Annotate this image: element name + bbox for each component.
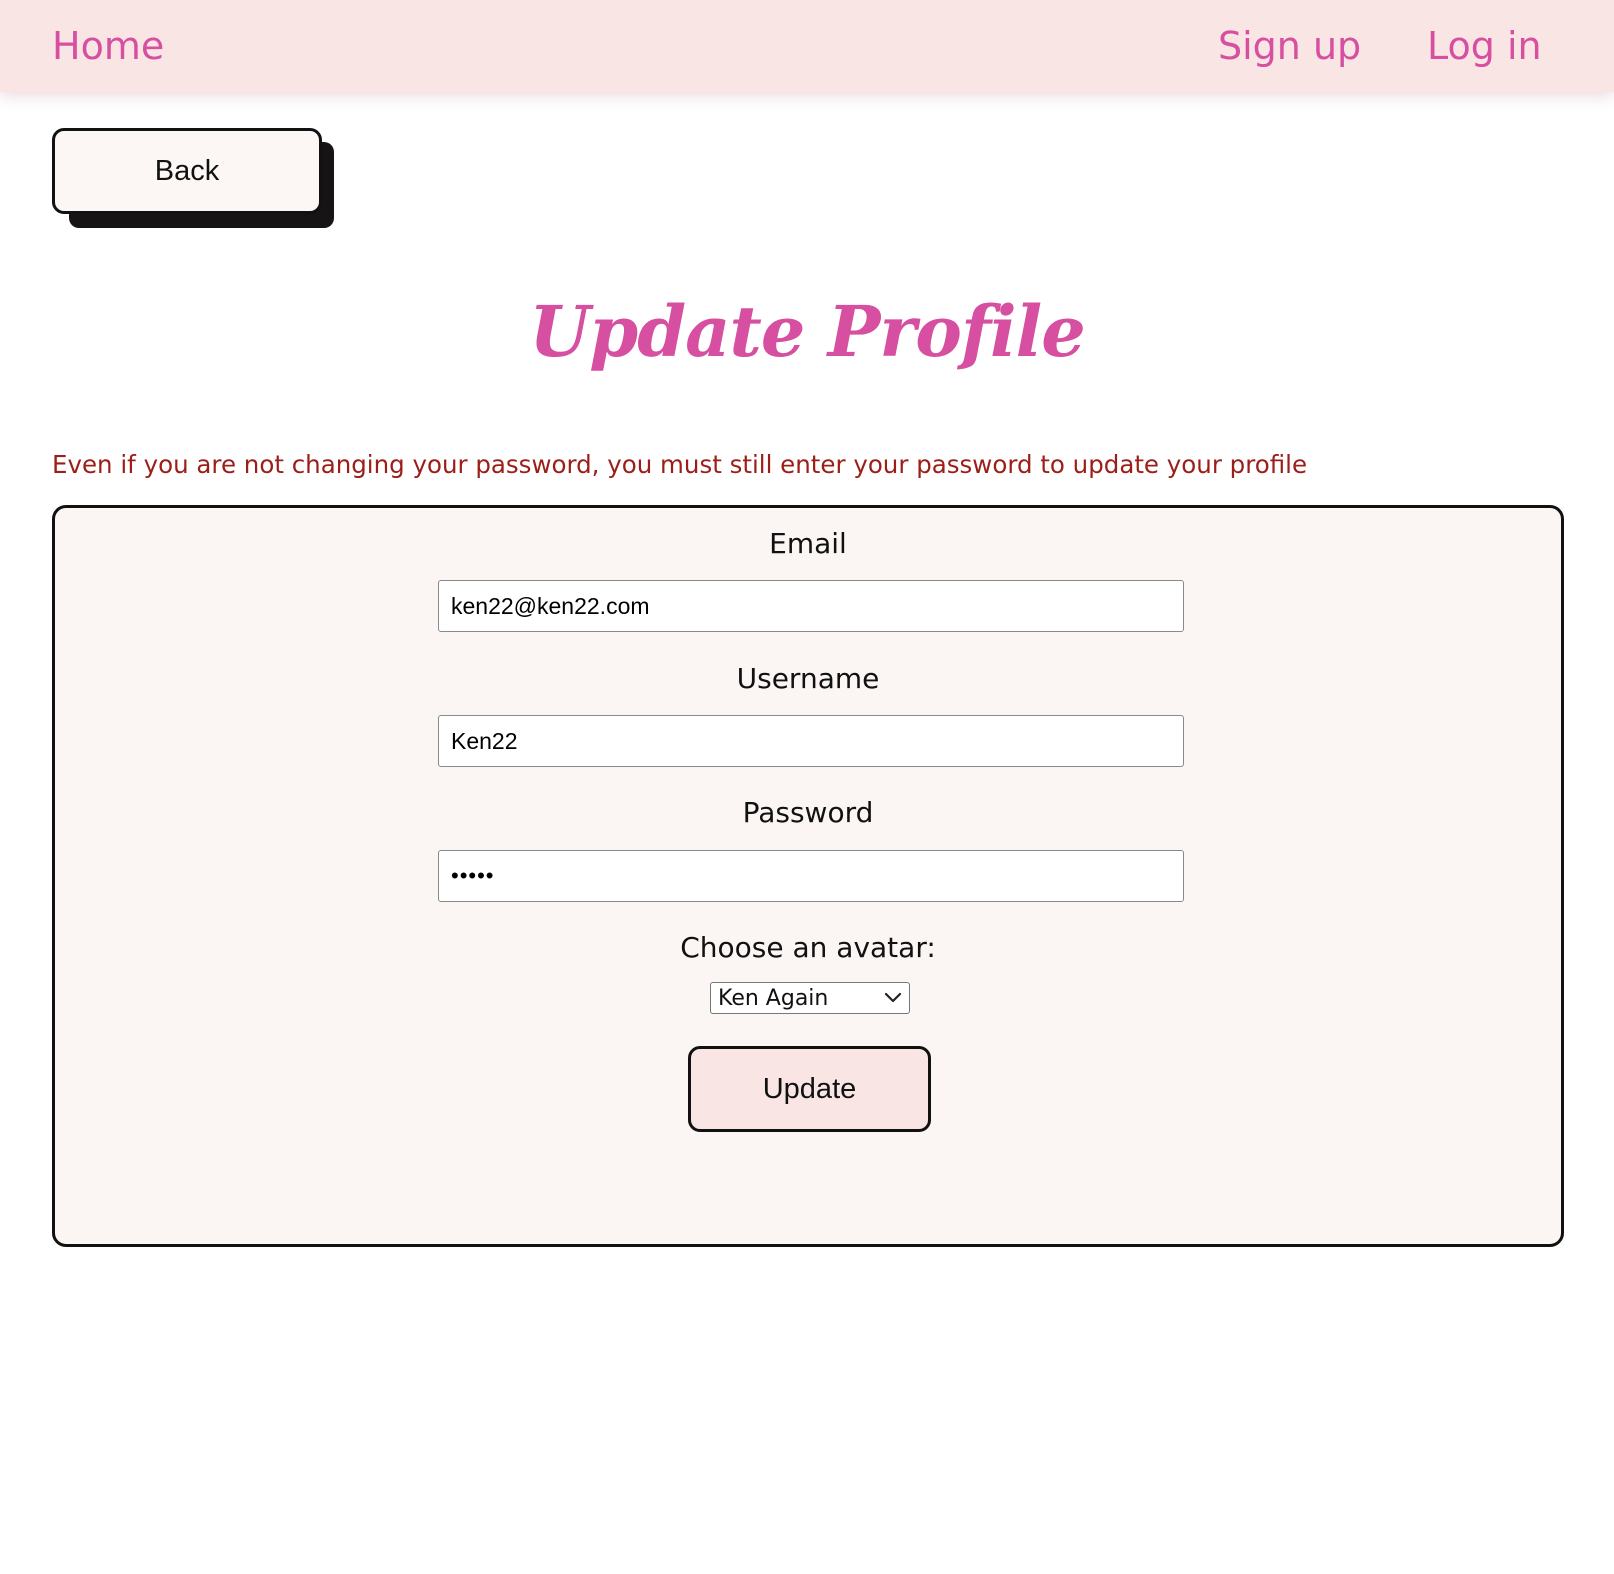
avatar-select[interactable]: Ken Again <box>710 982 910 1014</box>
nav-signup-link[interactable]: Sign up <box>1218 18 1361 74</box>
update-profile-form: Email Username Password Choose an avatar… <box>52 505 1564 1247</box>
password-field[interactable] <box>438 850 1184 902</box>
back-button[interactable]: Back <box>52 128 322 214</box>
nav-login-link[interactable]: Log in <box>1427 18 1542 74</box>
email-label: Email <box>769 527 847 560</box>
avatar-label: Choose an avatar: <box>680 931 936 964</box>
password-notice: Even if you are not changing your passwo… <box>52 450 1308 479</box>
username-label: Username <box>736 662 880 695</box>
page-title: Update Profile <box>529 290 1086 373</box>
email-field[interactable] <box>438 580 1184 632</box>
password-label: Password <box>742 796 874 829</box>
nav-home-link[interactable]: Home <box>52 18 164 74</box>
chevron-down-icon <box>884 992 902 1004</box>
top-navbar: Home Sign up Log in <box>0 0 1614 92</box>
update-button[interactable]: Update <box>688 1046 931 1132</box>
username-field[interactable] <box>438 715 1184 767</box>
avatar-select-value: Ken Again <box>718 985 829 1011</box>
back-button-container: Back <box>52 128 334 228</box>
